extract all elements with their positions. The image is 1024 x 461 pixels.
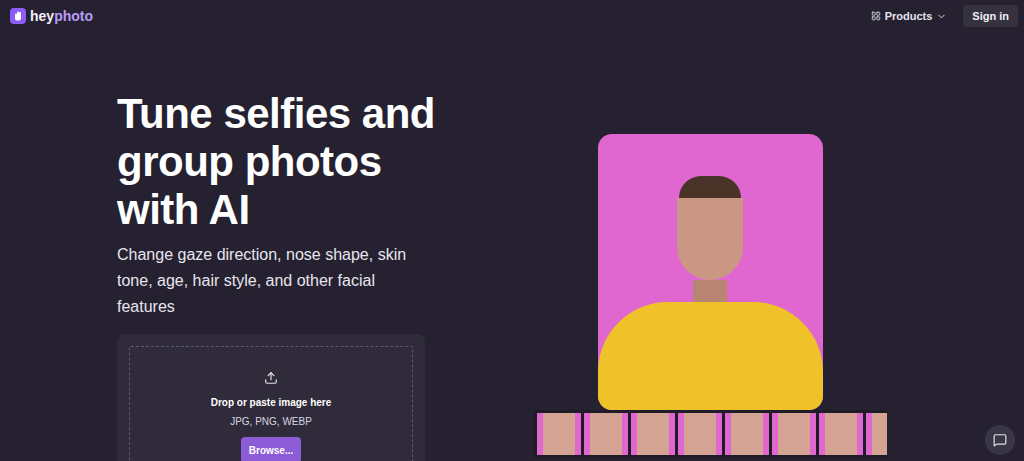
thumbnail[interactable] <box>678 413 722 455</box>
thumbnail[interactable] <box>819 413 863 455</box>
thumbnail[interactable] <box>866 413 887 455</box>
thumbnail[interactable] <box>725 413 769 455</box>
grid-icon <box>871 11 881 21</box>
thumbnail[interactable] <box>537 413 581 455</box>
drop-prompt: Drop or paste image here <box>211 395 332 410</box>
thumbnail[interactable] <box>772 413 816 455</box>
page: heyphoto Products Sign in Tune selfies and … <box>0 0 1024 461</box>
chat-button[interactable] <box>985 425 1015 455</box>
sign-in-button[interactable]: Sign in <box>963 5 1018 27</box>
logo-hand-icon <box>10 8 26 24</box>
hero-title: Tune selfies and group photos with AI <box>117 90 467 234</box>
chevron-down-icon <box>936 11 947 22</box>
hero-text: Tune selfies and group photos with AI Cha… <box>117 32 467 461</box>
logo[interactable]: heyphoto <box>10 8 93 24</box>
file-formats: JPG, PNG, WEBP <box>230 414 312 429</box>
hero: Tune selfies and group photos with AI Cha… <box>0 32 1024 461</box>
preview-photo <box>598 134 823 410</box>
upload-panel: Drop or paste image here JPG, PNG, WEBP Br… <box>117 334 425 461</box>
logo-text: heyphoto <box>30 9 93 23</box>
thumbnail[interactable] <box>584 413 628 455</box>
drop-zone[interactable]: Drop or paste image here JPG, PNG, WEBP Br… <box>129 346 413 461</box>
thumbnail-strip <box>533 410 887 458</box>
hero-subtitle: Change gaze direction, nose shape, skin … <box>117 242 437 320</box>
header: heyphoto Products Sign in <box>0 0 1024 32</box>
upload-icon <box>264 371 278 385</box>
browse-button[interactable]: Browse... <box>241 437 301 461</box>
thumbnail[interactable] <box>631 413 675 455</box>
chat-icon <box>993 433 1007 447</box>
products-menu[interactable]: Products <box>871 8 948 25</box>
preview <box>533 32 887 461</box>
